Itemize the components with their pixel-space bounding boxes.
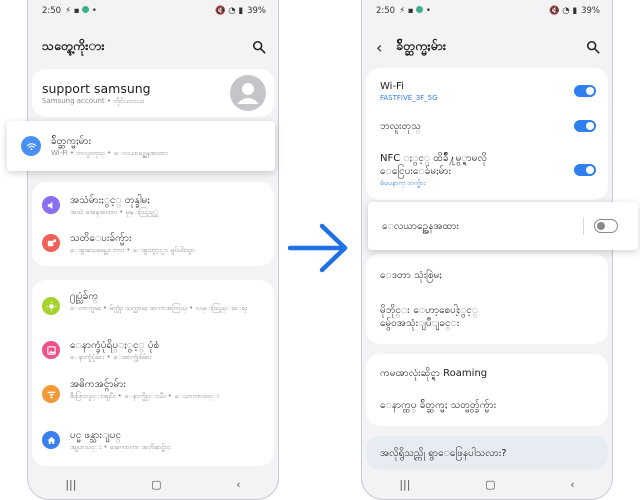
nfc-subtitle: စံပေနာက္ ဘက္မ်ား [380, 179, 426, 187]
hotspot-title-line2: မွ်ေဝအသုံးျပဳျခင္း [380, 318, 460, 329]
advanced-features-title: အဓိကအင္ဂ်ာမ်ား [70, 378, 126, 390]
display-item[interactable]: ႐ုပ္သံခ်က္ ေတာက္ပမႈ • မ်က္လုံး သက္သာမႈ အ… [42, 286, 266, 326]
connections-main-card: Wi-Fi FASTFIVE_3F_5G ဘလူးတုသ္ NFC ႏွင့္ … [366, 68, 608, 200]
arrow-right-icon [288, 223, 348, 273]
wifi-toggle[interactable] [574, 85, 596, 97]
more-connection-settings-item[interactable]: ေနာက္ထပ္ ခ်ိတ္ဆက္မႈ သတ္မွတ္ခ်က္မ်ား [380, 392, 596, 418]
connections-header: ‹ ခ်ိတ္ဆက္မႈမ်ား [376, 36, 600, 58]
home-screen-item[interactable]: ပင္မ ဖန္သားျပင္ အျပာသင္း • အေကာကာ အဘိဆင္… [42, 420, 266, 460]
bluetooth-item[interactable]: ဘလူးတုသ္ [380, 114, 596, 138]
sound-icon [42, 196, 60, 214]
airplane-mode-toggle[interactable] [594, 219, 618, 233]
sound-subtitle: အသံ အေနအထား • မုန္းသြည့္ထဲ [70, 207, 159, 216]
home-button[interactable]: ▢ [151, 478, 161, 491]
wallpaper-icon [42, 341, 60, 359]
signal-icons: 🔇 ◔ ▮ [549, 6, 578, 16]
notification-icon [42, 234, 60, 252]
sound-vibration-item[interactable]: အသံမ်ားႏွင့္ တုန္ခါမႈ အသံ အေနအထား • မုန္… [42, 187, 266, 223]
connections-subtitle: Wi-Fi • ဘလူးတုသ္ • ေလယာဥ္အေနအထား [51, 148, 168, 157]
status-icons: ⚡ ▪ • [399, 6, 431, 16]
notifications-item[interactable]: သတိေပးခ်က္မ်ား ေအွးသေရေပွး ဘား • ေအွးဘွာ… [42, 225, 266, 261]
roaming-title: ကမၻာလုံးဆိုင္ရာ Roaming [380, 367, 488, 379]
wallpaper-item[interactable]: ေနာက္ခံပုံရိပ္ႏွင့္ ပုံစံ ေနာက္ခံပုံမ်ား… [42, 330, 266, 370]
wallpaper-title: ေနာက္ခံပုံရိပ္ႏွင့္ ပုံစံ [70, 339, 160, 351]
search-icon[interactable] [586, 40, 600, 54]
advanced-features-icon [42, 385, 60, 403]
home-button[interactable]: ▢ [485, 478, 495, 491]
display-title: ႐ုပ္သံခ်က္ [70, 290, 99, 302]
back-button[interactable]: ‹ [236, 478, 240, 491]
recents-button[interactable]: ||| [399, 478, 410, 491]
sound-title: အသံမ်ားႏွင့္ တုန္ခါမႈ [70, 194, 150, 206]
account-card[interactable]: support samsung Samsung account • ကိုင်ပ… [32, 69, 274, 117]
avatar-icon[interactable] [230, 75, 266, 111]
connections-highlight[interactable]: ခ်ိတ္ဆက္မႈမ်ား Wi-Fi • ဘလူးတုသ္ • ေလယာဥ္… [7, 121, 275, 171]
roaming-card: ကမၻာလုံးဆိုင္ရာ Roaming ေနာက္ထပ္ ခ်ိတ္ဆက… [366, 354, 608, 426]
connections-title: ခ်ိတ္ဆက္မႈမ်ား [51, 135, 92, 147]
sound-notifications-card: အသံမ်ားႏွင့္ တုန္ခါမႈ အသံ အေနအထား • မုန္… [32, 182, 274, 266]
data-usage-item[interactable]: ေဒတာ သုံးစြဲမႈ [380, 262, 596, 288]
battery-level: 39% [581, 6, 600, 16]
wifi-network-name: FASTFIVE_3F_5G [380, 93, 438, 102]
battery-level: 39% [247, 6, 266, 16]
bluetooth-title: ဘလူးတုသ္ [380, 120, 421, 132]
wifi-title: Wi-Fi [380, 80, 404, 92]
notifications-subtitle: ေအွးသေရေပွး ဘား • ေအွးဘွာ့ႏွာ မူပ်ပါးသွာ [70, 245, 195, 254]
nfc-title: NFC ႏွင့္ ထိခ်ိဳ႔မွ္ရာမလို [380, 153, 487, 164]
back-button[interactable]: ‹ [570, 478, 574, 491]
roaming-item[interactable]: ကမၻာလုံးဆိုင္ရာ Roaming [380, 360, 596, 386]
nfc-title-line2: ေငြေပးေခ်မႈမ်ား [380, 166, 451, 177]
wallpaper-subtitle: ေနာက္ခံပုံမ်ား • ေအာက္ပုံစံမ်ား [70, 352, 152, 361]
nfc-item[interactable]: NFC ႏွင့္ ထိခ်ိဳ႔မွ္ရာမလို ေငြေပးေခ်မႈမ်… [380, 148, 596, 192]
notifications-title: သတိေပးခ်က္မ်ား [70, 232, 132, 244]
display-icon [42, 297, 60, 315]
page-title: ခ်ိတ္ဆက္မႈမ်ား [396, 37, 447, 53]
more-connection-settings-title: ေနာက္ထပ္ ခ်ိတ္ဆက္မႈ သတ္မွတ္ခ်က္မ်ား [380, 399, 497, 411]
display-card: ႐ုပ္သံခ်က္ ေတာက္ပမႈ • မ်က္လုံး သက္သာမႈ အ… [32, 280, 274, 466]
right-phone-screen: 2:50 ⚡ ▪ • 🔇 ◔ ▮ 39% ‹ ခ်ိတ္ဆက္မႈမ်ား Wi… [361, 0, 613, 500]
hotspot-title: မိုဘိုင္း ေဟာ့စေပါ့ႏွင့္ [380, 305, 479, 316]
airplane-divider [583, 217, 584, 235]
signal-icons: 🔇 ◔ ▮ [215, 6, 244, 16]
hotspot-item[interactable]: မိုဘိုင္း ေဟာ့စေပါ့ႏွင့္ မွ်ေဝအသုံးျပဳျခ… [380, 298, 596, 336]
status-time: 2:50 [42, 6, 62, 16]
advanced-features-subtitle: စီးပြားလွင္းအျပီး • ေနာက္ပိုင္းသီး • ေသာ… [70, 391, 219, 400]
wifi-icon [21, 136, 41, 156]
account-subtitle: Samsung account • ကိုင်ပဘးပးး [42, 96, 144, 105]
left-phone-screen: 2:50 ⚡ ▪ • 🔇 ◔ ▮ 39% သတ္တွေ့ကိုးား suppo… [27, 0, 279, 500]
navigation-bar: ||| ▢ ‹ [28, 475, 278, 493]
navigation-bar: ||| ▢ ‹ [362, 475, 612, 493]
nfc-toggle[interactable] [574, 164, 596, 176]
data-usage-title: ေဒတာ သုံးစြဲမႈ [380, 269, 442, 281]
bluetooth-toggle[interactable] [574, 120, 596, 132]
settings-header: သတ္တွေ့ကိုးား [42, 36, 266, 58]
status-icons: ⚡ ▪ • [65, 6, 97, 16]
airplane-mode-title: ေလယာဥ္အေနအထား [382, 220, 459, 232]
status-bar: 2:50 ⚡ ▪ • 🔇 ◔ ▮ 39% [42, 4, 266, 18]
suggestion-text: အလိုရွိသည္ကို ရွာေဖြေနပါသလား? [380, 447, 507, 459]
display-subtitle: ေတာက္ပမႈ • မ်က္လုံး သက္သာမႈ အကာအကြယ္ • လ… [70, 303, 248, 312]
recents-button[interactable]: ||| [65, 478, 76, 491]
account-name: support samsung [42, 80, 151, 96]
data-hotspot-card: ေဒတာ သုံးစြဲမႈ မိုဘိုင္း ေဟာ့စေပါ့ႏွင့္ … [366, 254, 608, 344]
wifi-item[interactable]: Wi-Fi FASTFIVE_3F_5G [380, 74, 596, 108]
status-bar: 2:50 ⚡ ▪ • 🔇 ◔ ▮ 39% [376, 4, 600, 18]
suggestion-card[interactable]: အလိုရွိသည္ကို ရွာေဖြေနပါသလား? [366, 436, 608, 470]
status-time: 2:50 [376, 6, 396, 16]
home-screen-title: ပင္မ ဖန္သားျပင္ [70, 429, 122, 441]
search-icon[interactable] [252, 40, 266, 54]
airplane-mode-highlight[interactable]: ေလယာဥ္အေနအထား [368, 202, 638, 250]
home-screen-icon [42, 431, 60, 449]
back-icon[interactable]: ‹ [376, 38, 396, 57]
home-screen-subtitle: အျပာသင္း • အေကာကာ အဘိဆင္မ်ား [70, 442, 170, 451]
page-title: သတ္တွေ့ကိုးား [42, 37, 105, 53]
advanced-features-item[interactable]: အဓိကအင္ဂ်ာမ်ား စီးပြားလွင္းအျပီး • ေနာက္… [42, 374, 266, 414]
